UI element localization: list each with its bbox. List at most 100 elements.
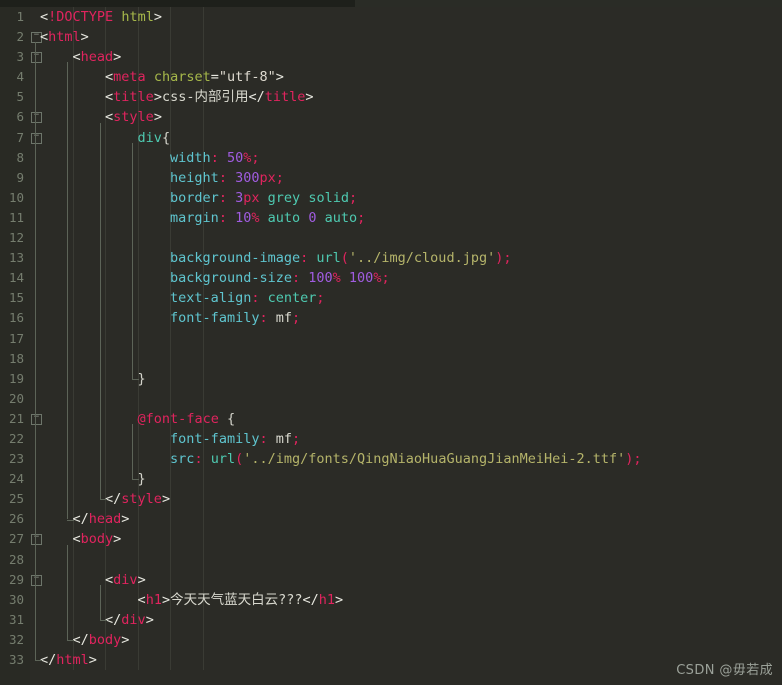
fold-bracket-line[interactable] <box>67 62 68 520</box>
token-css-punctuation: px; <box>259 169 284 186</box>
token-css-keyword: center <box>267 290 317 307</box>
code-line[interactable]: 22 font-family: mf; <box>0 429 782 449</box>
token-css-property: border <box>170 189 219 206</box>
token-css-function: url <box>316 250 341 267</box>
code-line[interactable]: 6 <style> <box>0 107 782 127</box>
code-line-text: border: 3px grey solid; <box>40 188 357 208</box>
token-text-content: 今天天气蓝天白云??? <box>170 591 303 608</box>
token-tag-name: html <box>56 652 89 668</box>
token-css-punctuation: : <box>259 310 268 327</box>
line-number: 7 <box>16 129 24 145</box>
code-line[interactable]: 29 <div> <box>0 570 782 590</box>
code-line[interactable]: 11 margin: 10% auto 0 auto; <box>0 208 782 228</box>
code-line[interactable]: 8 width: 50%; <box>0 148 782 168</box>
code-line-text: </head> <box>40 509 130 529</box>
fold-bracket-line[interactable] <box>100 584 101 620</box>
token-css-property: src <box>170 451 195 468</box>
line-number: 12 <box>8 230 24 246</box>
fold-bracket-end <box>132 479 139 481</box>
fold-bracket-line[interactable] <box>132 424 133 480</box>
code-line-text: text-align: center; <box>40 288 325 308</box>
fold-bracket-end <box>35 660 42 662</box>
token-number-literal: 10 <box>235 209 252 226</box>
token-string-literal: '../img/fonts/QingNiaoHuaGuangJianMeiHei… <box>243 451 626 468</box>
token-whitespace <box>40 592 138 608</box>
code-line[interactable]: 5 <title>css-内部引用</title> <box>0 87 782 107</box>
code-line[interactable]: 23 src: url('../img/fonts/QingNiaoHuaGua… <box>0 449 782 469</box>
line-number: 16 <box>8 310 24 326</box>
token-css-punctuation: : <box>218 189 227 206</box>
fold-bracket-line[interactable] <box>132 142 133 379</box>
fold-bracket-line[interactable] <box>35 42 36 661</box>
code-line[interactable]: 21 @font-face { <box>0 409 782 429</box>
code-line[interactable]: 32 </body> <box>0 630 782 650</box>
code-line[interactable]: 20 <box>0 389 782 409</box>
code-line-text: @font-face { <box>40 409 236 429</box>
token-css-at-rule: @font-face <box>137 410 219 427</box>
token-css-punctuation: : <box>291 270 301 287</box>
token-punctuation: > <box>153 89 162 106</box>
line-number: 6 <box>16 109 24 125</box>
code-line[interactable]: 17 <box>0 329 782 349</box>
line-number: 5 <box>16 89 24 105</box>
code-line[interactable]: 33 </html> <box>0 650 782 670</box>
code-line-text: <h1>今天天气蓝天白云???</h1> <box>40 590 344 610</box>
code-line[interactable]: 26 </head> <box>0 509 782 529</box>
token-css-punctuation: px <box>243 189 260 206</box>
code-line[interactable]: 12 <box>0 228 782 248</box>
code-line[interactable]: 3 <head> <box>0 47 782 67</box>
code-line[interactable]: 19 } <box>0 369 782 389</box>
token-punctuation: </ <box>302 591 319 608</box>
code-line[interactable]: 28 <box>0 550 782 570</box>
code-line[interactable]: 25 </style> <box>0 489 782 509</box>
code-line[interactable]: 18 <box>0 349 782 369</box>
token-tag-name: div <box>113 571 138 588</box>
code-line[interactable]: 9 height: 300px; <box>0 168 782 188</box>
token-whitespace <box>227 210 235 226</box>
code-line[interactable]: 10 border: 3px grey solid; <box>0 188 782 208</box>
code-line[interactable]: 31 </div> <box>0 610 782 630</box>
token-attribute-name: charset <box>153 69 211 86</box>
token-attribute-name: html <box>121 9 154 25</box>
token-punctuation: > <box>113 49 122 66</box>
token-punctuation: > <box>161 491 171 508</box>
code-line[interactable]: 1 <!DOCTYPE html> <box>0 7 782 27</box>
token-punctuation: > <box>335 591 344 608</box>
code-line[interactable]: 16 font-family: mf; <box>0 308 782 328</box>
token-punctuation: < <box>40 29 49 46</box>
code-line[interactable]: 14 background-size: 100% 100%; <box>0 268 782 288</box>
code-line[interactable]: 4 <meta charset="utf-8"> <box>0 67 782 87</box>
code-line[interactable]: 30 <h1>今天天气蓝天白云???</h1> <box>0 590 782 610</box>
line-number: 19 <box>8 370 24 386</box>
code-line-text: background-image: url('../img/cloud.jpg'… <box>40 248 511 268</box>
token-tag-name: html <box>48 29 81 46</box>
code-line-text: height: 300px; <box>40 168 284 188</box>
fold-bracket-line[interactable] <box>100 122 101 500</box>
line-number: 22 <box>8 430 24 446</box>
token-whitespace <box>40 89 105 105</box>
token-css-keyword: grey <box>267 189 301 206</box>
token-tag-name: h1 <box>318 591 336 608</box>
fold-bracket-line[interactable] <box>67 544 68 641</box>
code-editor-area[interactable]: 1<!DOCTYPE html>2<html>3 <head>4 <meta c… <box>0 7 782 685</box>
token-whitespace <box>40 130 138 146</box>
code-line[interactable]: 13 background-image: url('../img/cloud.j… <box>0 248 782 268</box>
code-line[interactable]: 24 } <box>0 469 782 489</box>
token-css-punctuation: ); <box>495 250 512 267</box>
token-css-punctuation: %; <box>243 149 260 166</box>
token-whitespace <box>40 431 170 447</box>
line-number: 3 <box>16 49 24 65</box>
token-css-punctuation: ; <box>292 430 301 447</box>
code-line[interactable]: 27 <body> <box>0 529 782 549</box>
token-css-punctuation: ; <box>316 290 325 307</box>
line-number: 31 <box>8 611 24 627</box>
code-lines-container[interactable]: 1<!DOCTYPE html>2<html>3 <head>4 <meta c… <box>0 7 782 671</box>
code-line[interactable]: 7 div{ <box>0 128 782 148</box>
token-css-punctuation: : <box>218 169 227 186</box>
code-line[interactable]: 15 text-align: center; <box>0 288 782 308</box>
token-attribute-value: "utf-8" <box>218 69 276 86</box>
token-number-literal: 50 <box>226 149 244 166</box>
line-number: 25 <box>8 491 24 507</box>
code-line[interactable]: 2 <html> <box>0 27 782 47</box>
token-css-punctuation: % <box>251 209 260 226</box>
